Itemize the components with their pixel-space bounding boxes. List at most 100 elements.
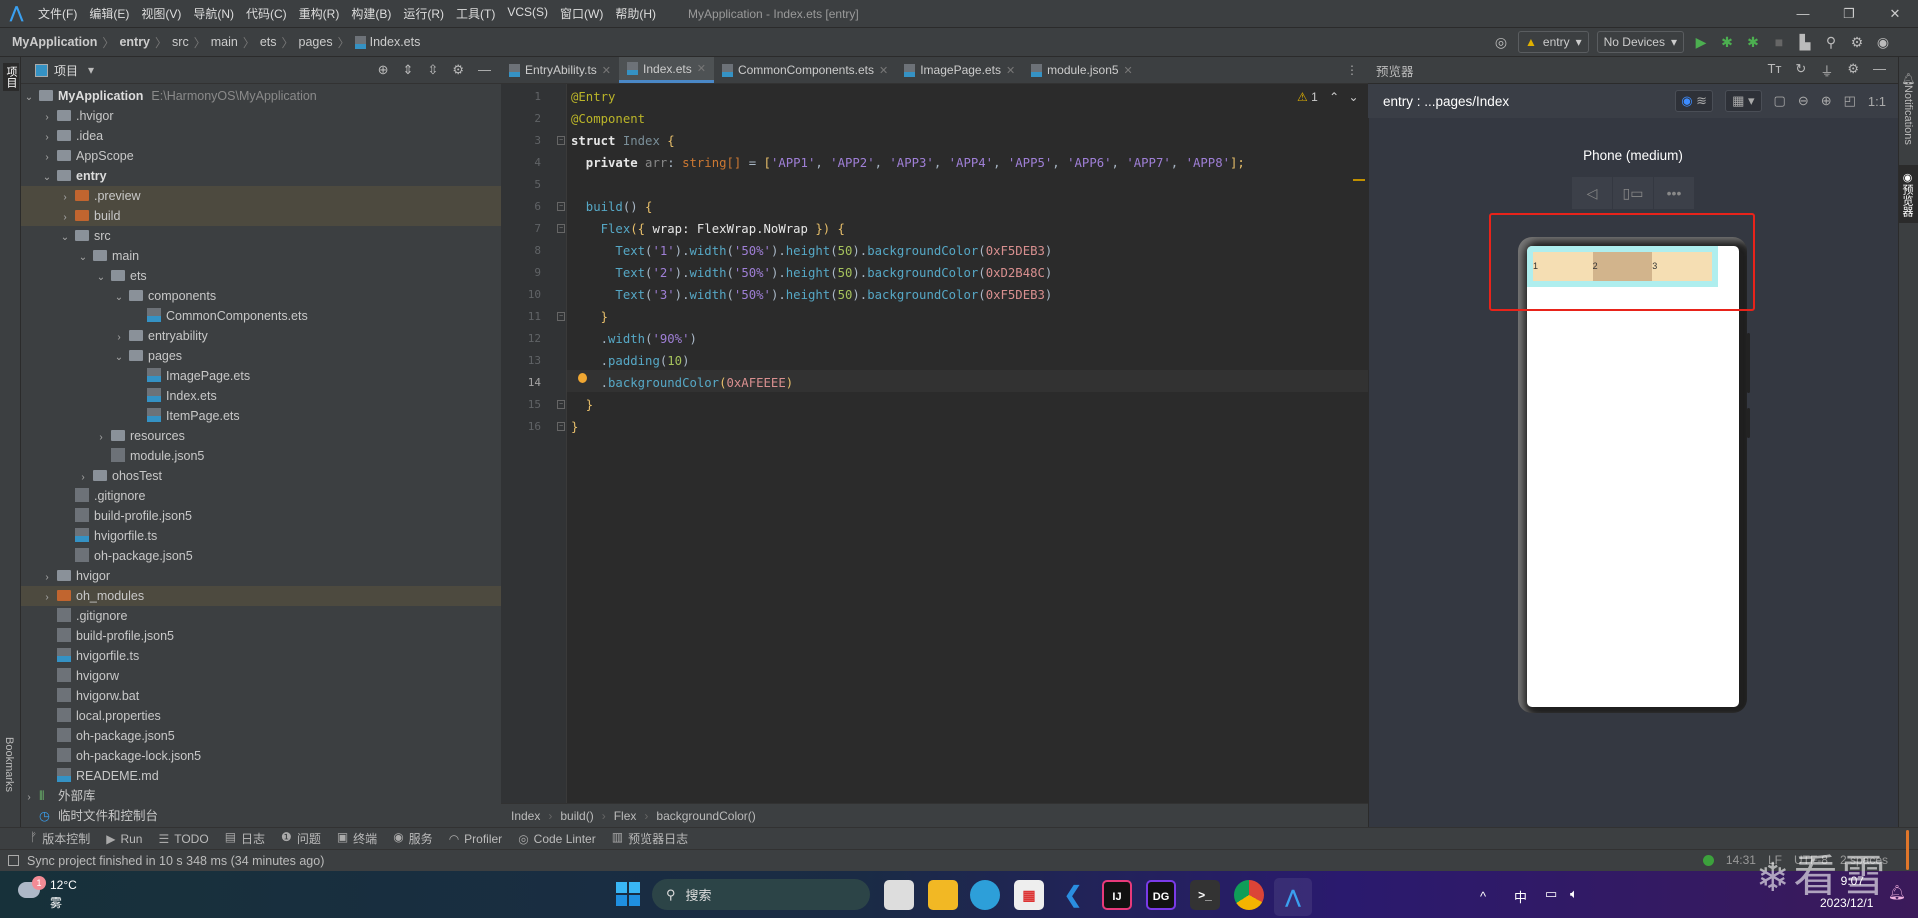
tree-item[interactable]: › ⦀ 外部库: [21, 786, 501, 806]
zoom-out-icon[interactable]: ⊖: [1798, 93, 1809, 109]
tree-item[interactable]: ItemPage.ets: [21, 406, 501, 426]
menu-item[interactable]: 运行(R): [403, 5, 444, 22]
chevron-right-icon[interactable]: ›: [113, 328, 125, 348]
more-tabs-icon[interactable]: ⋮: [1346, 57, 1368, 83]
settings-icon[interactable]: ⚙: [1847, 61, 1859, 80]
task-view-icon[interactable]: [884, 880, 914, 910]
tree-item[interactable]: › resources: [21, 426, 501, 446]
code-line[interactable]: Text('1').width('50%').height(50).backgr…: [571, 240, 1052, 262]
tree-item[interactable]: local.properties: [21, 706, 501, 726]
fold-icon[interactable]: −: [557, 202, 565, 211]
intellij-icon[interactable]: IJ: [1102, 880, 1132, 910]
tree-item[interactable]: › hvigor: [21, 566, 501, 586]
menu-item[interactable]: VCS(S): [507, 5, 548, 22]
actual-size-button[interactable]: 1:1: [1868, 94, 1886, 109]
tree-item[interactable]: build-profile.json5: [21, 506, 501, 526]
close-tab-icon[interactable]: ✕: [697, 62, 706, 75]
tree-item[interactable]: › ohosTest: [21, 466, 501, 486]
project-panel-title[interactable]: 项目: [54, 62, 78, 79]
debug-icon[interactable]: ✱: [1718, 34, 1736, 51]
device-selector[interactable]: No Devices ▾: [1596, 31, 1684, 53]
warning-stripe-marker[interactable]: [1353, 179, 1365, 181]
edge-icon[interactable]: [970, 880, 1000, 910]
chevron-right-icon[interactable]: ›: [41, 588, 53, 608]
breadcrumb-item[interactable]: main: [211, 35, 238, 49]
code-line[interactable]: }: [571, 416, 578, 438]
fold-icon[interactable]: −: [557, 312, 565, 321]
chevron-right-icon[interactable]: ›: [41, 108, 53, 128]
fold-icon[interactable]: −: [557, 224, 565, 233]
hide-panel-icon[interactable]: —: [478, 62, 491, 78]
plugin-icon[interactable]: ⏚: [1820, 61, 1833, 80]
notifications-tool-button[interactable]: 🔔︎Notifications: [1902, 71, 1915, 145]
breadcrumb-item[interactable]: ets: [260, 35, 277, 49]
menu-item[interactable]: 帮助(H): [615, 5, 656, 22]
toggle-tool-windows-icon[interactable]: [8, 855, 19, 866]
module-selector[interactable]: ▲ entry ▾: [1518, 31, 1589, 53]
tool-window-button[interactable]: ▤ 日志: [225, 830, 265, 847]
taskbar-search[interactable]: ⚲ 搜索: [652, 879, 870, 910]
close-button[interactable]: ✕: [1872, 0, 1918, 28]
fold-icon[interactable]: −: [557, 136, 565, 145]
editor-tab[interactable]: Index.ets ✕: [619, 57, 714, 83]
settings-icon[interactable]: ⚙: [452, 62, 464, 78]
tree-item[interactable]: build-profile.json5: [21, 626, 501, 646]
datagrip-icon[interactable]: DG: [1146, 880, 1176, 910]
code-line[interactable]: Text('2').width('50%').height(50).backgr…: [571, 262, 1052, 284]
collapse-all-icon[interactable]: ⇳: [427, 62, 438, 78]
previous-highlight-icon[interactable]: ⌃: [1329, 90, 1339, 104]
more-icon[interactable]: •••: [1654, 177, 1694, 209]
tool-window-button[interactable]: ▥ 预览器日志: [612, 830, 688, 847]
tree-item[interactable]: › .idea: [21, 126, 501, 146]
chevron-down-icon[interactable]: ⌄: [77, 248, 89, 268]
settings-icon[interactable]: ⚙: [1848, 34, 1866, 51]
chevron-right-icon[interactable]: ›: [77, 468, 89, 488]
tree-item[interactable]: oh-package-lock.json5: [21, 746, 501, 766]
run-icon[interactable]: ▶: [1692, 34, 1710, 51]
code-line[interactable]: .padding(10): [571, 350, 690, 372]
tree-item[interactable]: › entryability: [21, 326, 501, 346]
code-line[interactable]: .backgroundColor(0xAFEEEE): [571, 372, 794, 394]
menu-item[interactable]: 构建(B): [351, 5, 391, 22]
font-size-icon[interactable]: Tт: [1768, 61, 1782, 80]
code-line[interactable]: private arr: string[] = ['APP1', 'APP2',…: [571, 152, 1245, 174]
deveco-studio-icon[interactable]: ⋀: [1274, 878, 1312, 916]
tree-item[interactable]: hvigorw: [21, 666, 501, 686]
zoom-in-icon[interactable]: ⊕: [1821, 93, 1832, 109]
tray-overflow-icon[interactable]: ^: [1480, 889, 1486, 904]
inspection-widget[interactable]: ⚠ 1 ⌃ ⌄: [1297, 90, 1359, 104]
chevron-right-icon[interactable]: ›: [41, 128, 53, 148]
code-line[interactable]: build() {: [571, 196, 653, 218]
editor-breadcrumb-item[interactable]: backgroundColor(): [656, 809, 755, 823]
breadcrumb-item[interactable]: pages: [299, 35, 333, 49]
fit-icon[interactable]: ▢: [1774, 93, 1786, 109]
breadcrumb-item[interactable]: Index.ets: [370, 35, 421, 49]
tool-window-button[interactable]: ❶ 问题: [281, 830, 321, 847]
tool-window-button[interactable]: ◎ Code Linter: [518, 832, 596, 846]
project-tool-button[interactable]: 项目: [3, 63, 19, 91]
fold-icon[interactable]: −: [557, 400, 565, 409]
inspector-icon[interactable]: ◉: [1681, 93, 1692, 108]
account-icon[interactable]: ◉: [1874, 34, 1892, 51]
code-line[interactable]: }: [571, 306, 608, 328]
menu-item[interactable]: 文件(F): [38, 5, 77, 22]
terminal-icon[interactable]: >_: [1190, 880, 1220, 910]
tree-item[interactable]: › build: [21, 206, 501, 226]
code-line[interactable]: @Entry: [571, 86, 615, 108]
editor-tab[interactable]: EntryAbility.ts ✕: [501, 57, 619, 83]
tree-item[interactable]: hvigorfile.ts: [21, 646, 501, 666]
chevron-down-icon[interactable]: ⌄: [113, 348, 125, 368]
file-explorer-icon[interactable]: [928, 880, 958, 910]
editor-breadcrumb-item[interactable]: Flex: [614, 809, 637, 823]
editor-tab[interactable]: module.json5 ✕: [1023, 57, 1141, 83]
locate-icon[interactable]: ⊕: [378, 62, 389, 78]
tree-item[interactable]: › .hvigor: [21, 106, 501, 126]
tree-item[interactable]: .gitignore: [21, 606, 501, 626]
code-line[interactable]: struct Index {: [571, 130, 675, 152]
chevron-down-icon[interactable]: ⌄: [113, 288, 125, 308]
menu-item[interactable]: 导航(N): [193, 5, 234, 22]
status-message[interactable]: Sync project finished in 10 s 348 ms (34…: [27, 854, 324, 868]
tree-item[interactable]: › .preview: [21, 186, 501, 206]
editor-breadcrumb-item[interactable]: build(): [560, 809, 593, 823]
tree-item[interactable]: ⌄ pages: [21, 346, 501, 366]
